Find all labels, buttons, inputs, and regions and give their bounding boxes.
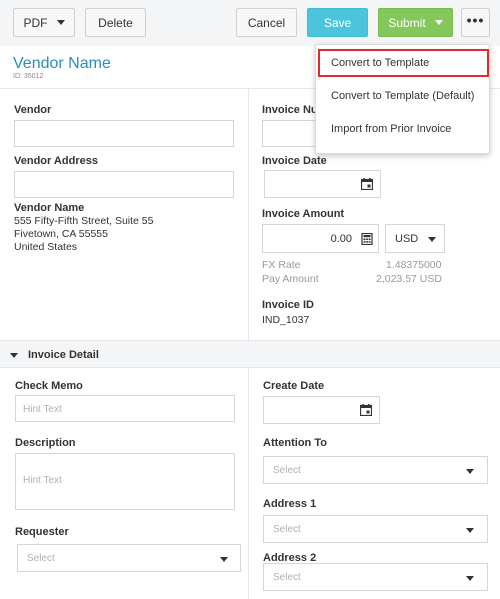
column-divider — [248, 88, 249, 340]
menu-item-convert-to-template-default[interactable]: Convert to Template (Default) — [331, 90, 474, 102]
collapse-caret-icon — [10, 353, 18, 358]
vendor-address-line-2: Fivetown, CA 55555 — [14, 228, 108, 240]
chevron-down-icon — [56, 20, 65, 25]
vendor-address-line-1: 555 Fifty-Fifth Street, Suite 55 — [14, 215, 154, 227]
chevron-down-icon — [220, 557, 228, 562]
menu-item-import-from-prior-invoice[interactable]: Import from Prior Invoice — [331, 123, 451, 135]
menu-item-convert-to-template[interactable]: Convert to Template — [331, 57, 429, 69]
check-memo-label: Check Memo — [15, 380, 83, 392]
description-textarea[interactable]: Hint Text — [15, 453, 235, 510]
invoice-number-label: Invoice Nu — [262, 104, 318, 116]
column-divider-detail — [248, 368, 249, 599]
cancel-button-label: Cancel — [247, 15, 286, 30]
save-button-label: Save — [323, 15, 352, 30]
fx-rate-value: 1.48375000 — [386, 259, 442, 271]
calendar-icon[interactable] — [360, 404, 372, 416]
address-1-select[interactable]: Select — [263, 515, 488, 543]
delete-button[interactable]: Delete — [85, 8, 146, 37]
chevron-down-icon — [466, 469, 474, 474]
chevron-down-icon — [466, 576, 474, 581]
attention-to-label: Attention To — [263, 437, 327, 449]
invoice-id-value: IND_1037 — [262, 314, 310, 326]
address-2-select[interactable]: Select — [263, 563, 488, 591]
vendor-label: Vendor — [14, 104, 52, 116]
vendor-name-label: Vendor Name — [14, 202, 85, 214]
invoice-date-label: Invoice Date — [262, 155, 327, 167]
chevron-down-icon — [466, 528, 474, 533]
address-1-placeholder: Select — [273, 524, 301, 535]
invoice-detail-section-header[interactable]: Invoice Detail — [0, 340, 500, 368]
invoice-number-input[interactable] — [262, 120, 322, 147]
calculator-icon[interactable] — [361, 233, 373, 245]
vendor-input[interactable] — [14, 120, 234, 147]
section-title: Invoice Detail — [28, 349, 99, 361]
chevron-down-icon — [428, 237, 436, 242]
submit-dropdown-button[interactable]: Submit — [378, 8, 453, 37]
address-1-label: Address 1 — [263, 498, 317, 510]
pay-amount-value: 2,023.57 USD — [376, 273, 442, 285]
description-label: Description — [15, 437, 76, 449]
invoice-amount-value: 0.00 — [330, 233, 352, 245]
more-actions-menu: Convert to Template Convert to Template … — [315, 44, 490, 154]
calendar-icon[interactable] — [361, 178, 373, 190]
more-actions-button[interactable]: ••• — [461, 8, 490, 37]
vendor-address-label: Vendor Address — [14, 155, 98, 167]
check-memo-placeholder: Hint Text — [23, 404, 62, 415]
submit-button-label: Submit — [388, 15, 426, 30]
vendor-address-input[interactable] — [14, 171, 234, 198]
more-icon: ••• — [466, 11, 485, 28]
page-title: Vendor Name — [13, 55, 111, 72]
check-memo-input[interactable]: Hint Text — [15, 395, 235, 422]
pdf-dropdown-button[interactable]: PDF — [13, 8, 75, 37]
save-button[interactable]: Save — [307, 8, 368, 37]
pdf-button-label: PDF — [23, 15, 48, 30]
attention-to-select[interactable]: Select — [263, 456, 488, 484]
cancel-button[interactable]: Cancel — [236, 8, 297, 37]
requester-select[interactable]: Select — [17, 544, 241, 572]
attention-to-placeholder: Select — [273, 465, 301, 476]
vendor-address-line-3: United States — [14, 241, 78, 253]
fx-rate-label: FX Rate — [262, 259, 301, 271]
delete-button-label: Delete — [98, 15, 133, 30]
currency-value: USD — [395, 233, 419, 245]
invoice-amount-label: Invoice Amount — [262, 208, 345, 220]
address-2-placeholder: Select — [273, 572, 301, 583]
chevron-down-icon — [434, 20, 443, 25]
create-date-label: Create Date — [263, 380, 325, 392]
currency-select[interactable]: USD — [385, 224, 445, 253]
requester-label: Requester — [15, 526, 69, 538]
pay-amount-label: Pay Amount — [262, 273, 319, 285]
requester-placeholder: Select — [27, 553, 55, 564]
description-placeholder: Hint Text — [23, 475, 62, 486]
invoice-id-label: Invoice ID — [262, 299, 314, 311]
record-id: ID: 35012 — [13, 73, 44, 80]
